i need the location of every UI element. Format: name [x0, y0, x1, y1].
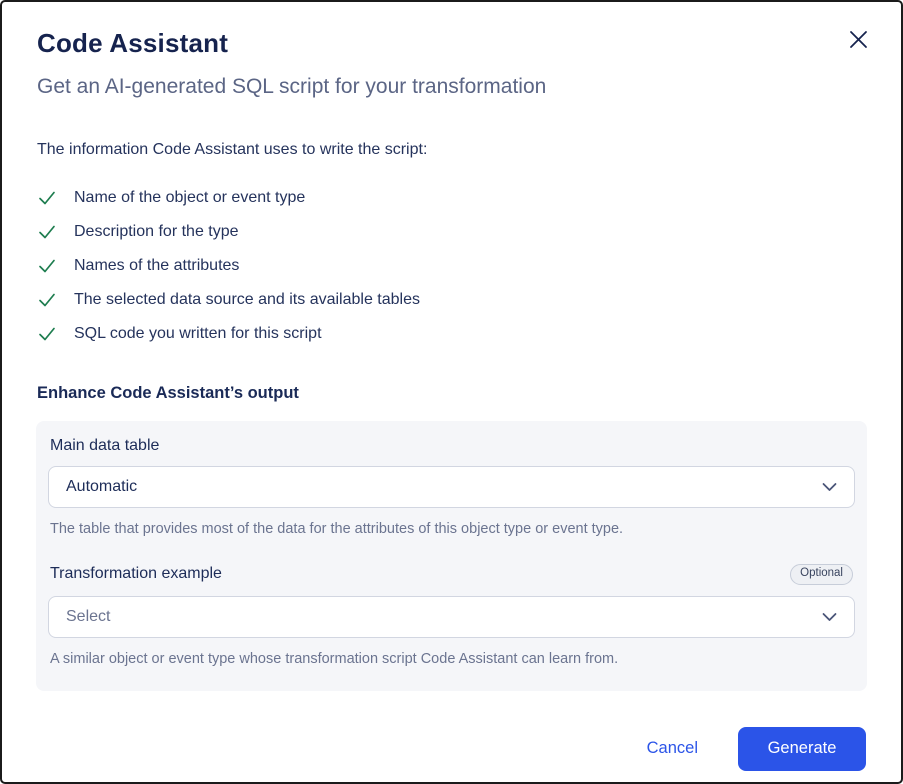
- checklist: Name of the object or event type Descrip…: [37, 189, 866, 343]
- intro-text: The information Code Assistant uses to w…: [37, 141, 866, 159]
- chevron-down-icon: [822, 482, 837, 492]
- checklist-item-label: The selected data source and its availab…: [74, 291, 420, 309]
- field-transformation-example: Transformation example Optional Select A…: [48, 564, 855, 667]
- checklist-item-label: Names of the attributes: [74, 257, 239, 275]
- checklist-item: Description for the type: [37, 223, 866, 241]
- check-icon: [37, 324, 57, 344]
- chevron-down-icon: [822, 612, 837, 622]
- main-data-table-helper: The table that provides most of the data…: [48, 521, 855, 537]
- check-icon: [37, 290, 57, 310]
- transformation-example-placeholder: Select: [66, 608, 110, 626]
- checklist-item-label: Description for the type: [74, 223, 239, 241]
- enhance-output-panel: Main data table Automatic The table that…: [36, 421, 867, 691]
- optional-badge: Optional: [790, 564, 853, 585]
- checklist-item: Name of the object or event type: [37, 189, 866, 207]
- transformation-example-label: Transformation example: [50, 565, 222, 583]
- checklist-item: SQL code you written for this script: [37, 325, 866, 343]
- dialog-subtitle: Get an AI-generated SQL script for your …: [37, 75, 866, 99]
- check-icon: [37, 222, 57, 242]
- cancel-button[interactable]: Cancel: [635, 731, 710, 766]
- transformation-example-select[interactable]: Select: [48, 596, 855, 638]
- check-icon: [37, 256, 57, 276]
- generate-button[interactable]: Generate: [738, 727, 866, 771]
- section-heading: Enhance Code Assistant’s output: [37, 384, 866, 403]
- dialog-title: Code Assistant: [37, 28, 866, 59]
- checklist-item-label: SQL code you written for this script: [74, 325, 322, 343]
- code-assistant-dialog: Code Assistant Get an AI-generated SQL s…: [0, 0, 903, 784]
- main-data-table-selected-value: Automatic: [66, 478, 137, 496]
- close-icon: [849, 30, 868, 49]
- transformation-example-helper: A similar object or event type whose tra…: [48, 651, 855, 667]
- field-main-data-table: Main data table Automatic The table that…: [48, 437, 855, 537]
- dialog-footer: Cancel Generate: [37, 727, 866, 771]
- checklist-item: Names of the attributes: [37, 257, 866, 275]
- main-data-table-select[interactable]: Automatic: [48, 466, 855, 508]
- checklist-item: The selected data source and its availab…: [37, 291, 866, 309]
- checklist-item-label: Name of the object or event type: [74, 189, 305, 207]
- check-icon: [37, 188, 57, 208]
- close-button[interactable]: [843, 24, 873, 54]
- main-data-table-label: Main data table: [50, 437, 159, 455]
